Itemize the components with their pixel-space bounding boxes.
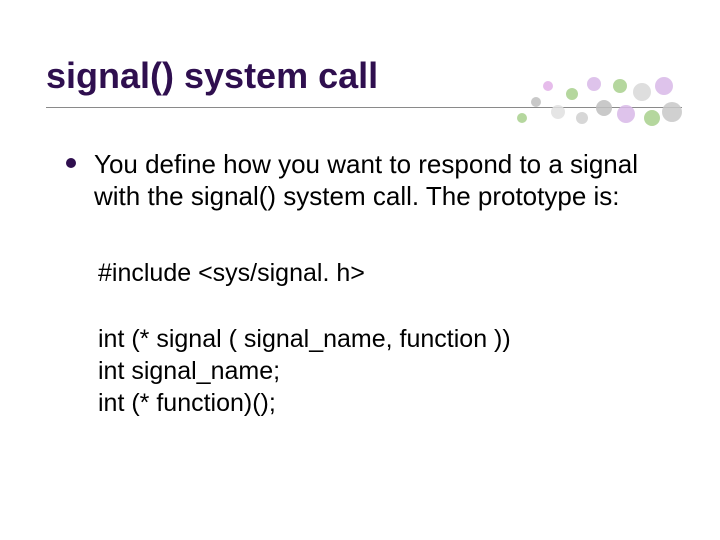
code-include-line: #include <sys/signal. h> — [98, 257, 674, 289]
bullet-text: You define how you want to respond to a … — [94, 148, 654, 214]
code-line: int (* signal ( signal_name, function )) — [98, 323, 674, 355]
slide-title: signal() system call — [46, 56, 674, 96]
code-line: int signal_name; — [98, 355, 674, 387]
code-line: int (* function)(); — [98, 387, 674, 419]
title-underline — [46, 107, 682, 108]
code-block: #include <sys/signal. h> int (* signal (… — [98, 257, 674, 419]
slide-body: You define how you want to respond to a … — [46, 148, 674, 420]
bullet-item: You define how you want to respond to a … — [66, 148, 674, 214]
title-area: signal() system call — [46, 56, 674, 102]
slide: signal() system call You define how you … — [0, 0, 720, 540]
bullet-icon — [66, 158, 76, 168]
